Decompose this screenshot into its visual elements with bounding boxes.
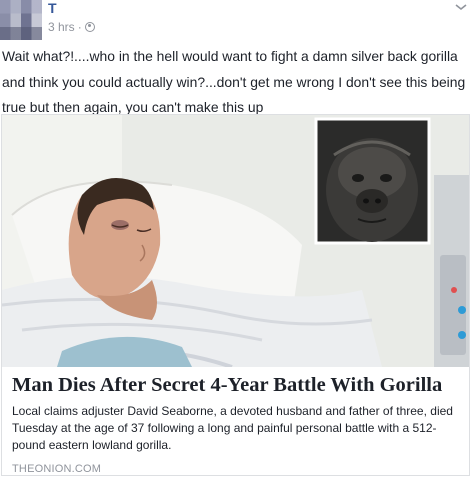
hospital-photo — [2, 115, 469, 367]
gorilla-inset — [314, 117, 431, 245]
link-card-body: Man Dies After Secret 4-Year Battle With… — [12, 371, 460, 475]
meta-separator: · — [77, 20, 82, 34]
post-text: Wait what?!....who in the hell would wan… — [2, 48, 466, 115]
globe-icon[interactable] — [84, 22, 95, 32]
author-name[interactable]: T — [48, 0, 57, 16]
post-meta: 3 hrs · — [48, 20, 95, 34]
link-card[interactable]: Man Dies After Secret 4-Year Battle With… — [1, 114, 470, 476]
post-header: T 3 hrs · — [0, 0, 472, 46]
link-card-description: Local claims adjuster David Seaborne, a … — [12, 404, 453, 452]
avatar[interactable] — [0, 0, 42, 40]
chevron-down-icon[interactable] — [454, 2, 468, 12]
link-card-image[interactable] — [2, 115, 469, 367]
link-card-domain: THEONION.COM — [12, 463, 102, 475]
post-timestamp[interactable]: 3 hrs — [48, 20, 75, 34]
link-card-title[interactable]: Man Dies After Secret 4-Year Battle With… — [12, 371, 460, 399]
